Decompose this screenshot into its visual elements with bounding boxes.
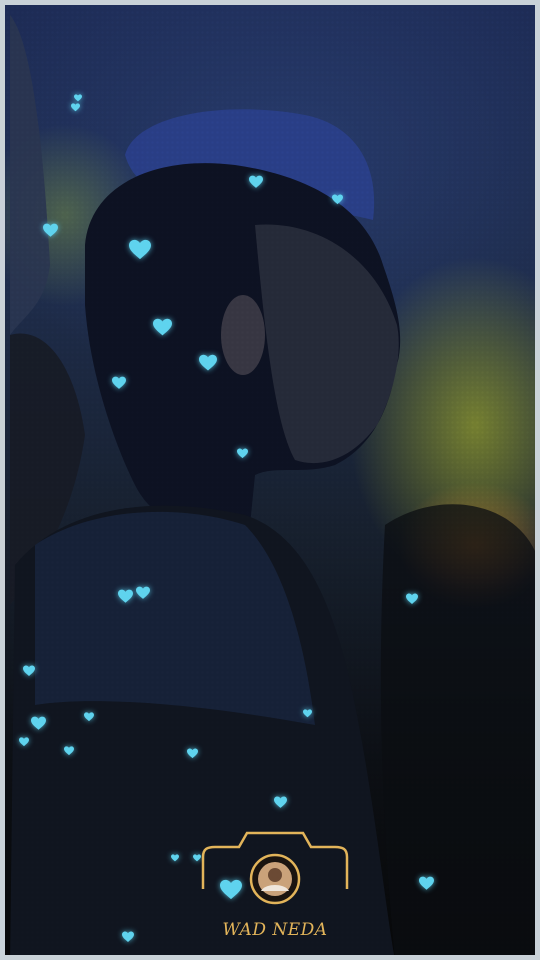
heart-icon bbox=[30, 716, 46, 731]
photo-frame: WAD NEDA bbox=[0, 0, 540, 960]
heart-icon bbox=[74, 94, 82, 102]
heart-icon bbox=[418, 876, 434, 891]
heart-icon bbox=[122, 931, 134, 943]
heart-icon bbox=[152, 318, 172, 337]
heart-icon bbox=[129, 239, 151, 261]
heart-icon bbox=[136, 586, 150, 600]
heart-icon bbox=[64, 746, 74, 756]
heart-icon bbox=[19, 737, 29, 747]
watermark-text: WAD NEDA bbox=[222, 920, 328, 940]
heart-icon bbox=[70, 102, 80, 112]
heart-icon bbox=[302, 708, 312, 718]
heart-icon bbox=[406, 593, 418, 605]
heart-icon bbox=[117, 589, 133, 604]
heart-icon bbox=[273, 796, 287, 809]
texture-overlay bbox=[5, 5, 535, 955]
camera-watermark: WAD NEDA bbox=[199, 827, 351, 947]
heart-icon bbox=[84, 712, 94, 722]
heart-icon bbox=[331, 193, 343, 205]
heart-icon bbox=[186, 747, 198, 759]
heart-icon bbox=[42, 223, 58, 238]
heart-icon bbox=[249, 175, 263, 189]
heart-icon bbox=[199, 354, 217, 372]
heart-icon bbox=[23, 665, 35, 677]
heart-icon bbox=[112, 376, 126, 390]
camera-frame-icon bbox=[201, 831, 349, 905]
heart-icon bbox=[171, 854, 179, 862]
heart-icon bbox=[236, 447, 248, 459]
